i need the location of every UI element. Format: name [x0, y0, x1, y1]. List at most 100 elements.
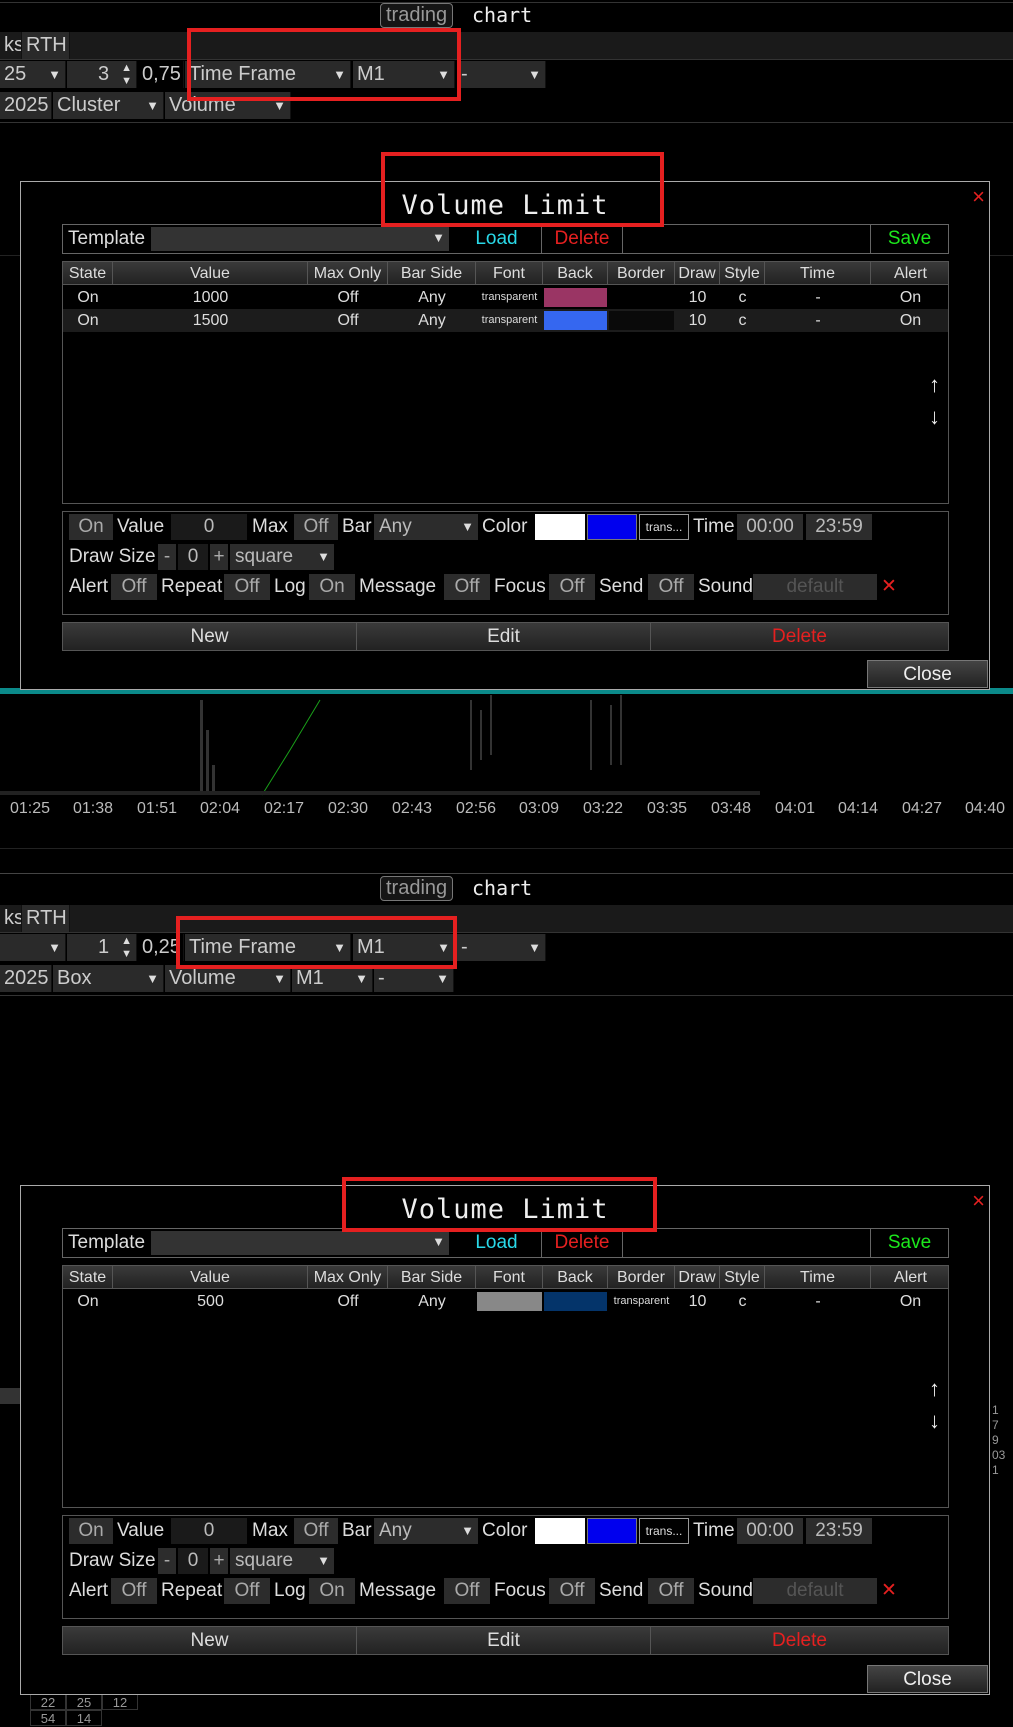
size-input[interactable]: 0	[178, 544, 208, 570]
size-input[interactable]: 0	[178, 1548, 208, 1574]
col-font[interactable]: Font	[476, 262, 543, 285]
table-row[interactable]: On 1000 Off Any transparent 10 c - On	[63, 286, 948, 309]
time-from-input[interactable]: 00:00	[737, 1518, 803, 1544]
delete-button[interactable]: Delete	[651, 623, 948, 650]
load-template-button[interactable]: Load	[452, 1229, 541, 1257]
value-input[interactable]: 0	[171, 1518, 247, 1544]
new-button[interactable]: New	[63, 623, 357, 650]
back-color-swatch[interactable]	[587, 1518, 637, 1544]
timeframe-value-select[interactable]: M1 ▼	[353, 934, 455, 961]
shape-select[interactable]: square ▼	[230, 544, 334, 570]
font-color-swatch[interactable]	[535, 514, 585, 540]
col-style[interactable]: Style	[720, 262, 765, 285]
scroll-up-icon[interactable]: ↑	[929, 372, 940, 398]
font-color-swatch[interactable]	[535, 1518, 585, 1544]
focus-toggle[interactable]: Off	[549, 574, 595, 600]
field-b-stepper[interactable]: 3 ▲ ▼	[67, 61, 137, 88]
time-from-input[interactable]: 00:00	[737, 514, 803, 540]
col-time[interactable]: Time	[765, 262, 871, 285]
table-row[interactable]: On 1500 Off Any transparent 10 c - On	[63, 309, 948, 332]
state-toggle[interactable]: On	[69, 1518, 113, 1544]
state-toggle[interactable]: On	[69, 514, 113, 540]
log-toggle[interactable]: On	[309, 1578, 355, 1604]
new-button[interactable]: New	[63, 1627, 357, 1654]
col-alert[interactable]: Alert	[871, 262, 950, 285]
col-border[interactable]: Border	[608, 1266, 675, 1289]
date-field[interactable]: 2025	[0, 92, 52, 119]
send-toggle[interactable]: Off	[648, 1578, 694, 1604]
size-plus-button[interactable]: +	[210, 544, 228, 570]
col-back[interactable]: Back	[543, 1266, 608, 1289]
col-font[interactable]: Font	[476, 1266, 543, 1289]
focus-toggle[interactable]: Off	[549, 1578, 595, 1604]
chart-type-select[interactable]: Cluster ▼	[53, 92, 164, 119]
timeframe-type-select[interactable]: Time Frame ▼	[185, 61, 351, 88]
alert-toggle[interactable]: Off	[111, 574, 157, 600]
col-value[interactable]: Value	[113, 262, 308, 285]
col-state[interactable]: State	[63, 1266, 113, 1289]
time-to-input[interactable]: 23:59	[806, 514, 872, 540]
data-type-select[interactable]: Volume ▼	[165, 92, 291, 119]
field-e-select[interactable]: - ▼	[374, 965, 454, 992]
shape-select[interactable]: square ▼	[230, 1548, 334, 1574]
toolbar-item-rth[interactable]: RTH	[22, 32, 70, 59]
col-max-only[interactable]: Max Only	[308, 262, 388, 285]
field-a-select[interactable]: 25 ▼	[0, 61, 66, 88]
size-plus-button[interactable]: +	[210, 1548, 228, 1574]
scroll-down-icon[interactable]: ↓	[929, 404, 940, 430]
load-template-button[interactable]: Load	[452, 225, 541, 253]
repeat-toggle[interactable]: Off	[224, 1578, 270, 1604]
timeframe-value-select[interactable]: M1 ▼	[353, 61, 455, 88]
toolbar-item-ks[interactable]: ks	[0, 905, 22, 932]
bar-side-select[interactable]: Any ▼	[374, 514, 478, 540]
close-icon[interactable]: ×	[972, 184, 985, 210]
col-bar-side[interactable]: Bar Side	[388, 262, 476, 285]
table-row[interactable]: On 500 Off Any transparent 10 c - On	[63, 1290, 948, 1313]
scroll-down-icon[interactable]: ↓	[929, 1408, 940, 1434]
col-alert[interactable]: Alert	[871, 1266, 950, 1289]
delete-button[interactable]: Delete	[651, 1627, 948, 1654]
col-border[interactable]: Border	[608, 262, 675, 285]
col-max-only[interactable]: Max Only	[308, 1266, 388, 1289]
time-to-input[interactable]: 23:59	[806, 1518, 872, 1544]
col-time[interactable]: Time	[765, 1266, 871, 1289]
send-toggle[interactable]: Off	[648, 574, 694, 600]
col-draw[interactable]: Draw	[675, 262, 720, 285]
repeat-toggle[interactable]: Off	[224, 574, 270, 600]
field-d-select[interactable]: - ▼	[457, 934, 546, 961]
message-toggle[interactable]: Off	[444, 1578, 490, 1604]
save-template-button[interactable]: Save	[870, 1229, 948, 1257]
save-template-button[interactable]: Save	[870, 225, 948, 253]
size-minus-button[interactable]: -	[158, 544, 176, 570]
close-button[interactable]: Close	[867, 1665, 988, 1693]
close-icon[interactable]: ×	[972, 1188, 985, 1214]
chart-type-select[interactable]: Box ▼	[53, 965, 164, 992]
field-d-select[interactable]: - ▼	[457, 61, 546, 88]
col-value[interactable]: Value	[113, 1266, 308, 1289]
field-b-stepper[interactable]: 1 ▲ ▼	[67, 934, 137, 961]
alert-toggle[interactable]: Off	[111, 1578, 157, 1604]
message-toggle[interactable]: Off	[444, 574, 490, 600]
date-field[interactable]: 2025	[0, 965, 52, 992]
sound-select[interactable]: default	[753, 1578, 877, 1604]
size-minus-button[interactable]: -	[158, 1548, 176, 1574]
sound-select[interactable]: default	[753, 574, 877, 600]
log-toggle[interactable]: On	[309, 574, 355, 600]
template-select[interactable]: ▼	[151, 1231, 449, 1255]
delete-template-button[interactable]: Delete	[541, 225, 623, 253]
toolbar-item-rth[interactable]: RTH	[22, 905, 70, 932]
clear-sound-icon[interactable]: ✕	[881, 1578, 897, 1604]
timeframe-type-select[interactable]: Time Frame ▼	[185, 934, 351, 961]
scroll-up-icon[interactable]: ↑	[929, 1376, 940, 1402]
data-type-select[interactable]: Volume ▼	[165, 965, 291, 992]
tf2-select[interactable]: M1 ▼	[292, 965, 373, 992]
col-back[interactable]: Back	[543, 262, 608, 285]
bar-side-select[interactable]: Any ▼	[374, 1518, 478, 1544]
edit-button[interactable]: Edit	[357, 623, 651, 650]
col-state[interactable]: State	[63, 262, 113, 285]
value-input[interactable]: 0	[171, 514, 247, 540]
delete-template-button[interactable]: Delete	[541, 1229, 623, 1257]
border-color-swatch[interactable]: trans...	[639, 514, 689, 540]
edit-button[interactable]: Edit	[357, 1627, 651, 1654]
template-select[interactable]: ▼	[151, 227, 449, 251]
